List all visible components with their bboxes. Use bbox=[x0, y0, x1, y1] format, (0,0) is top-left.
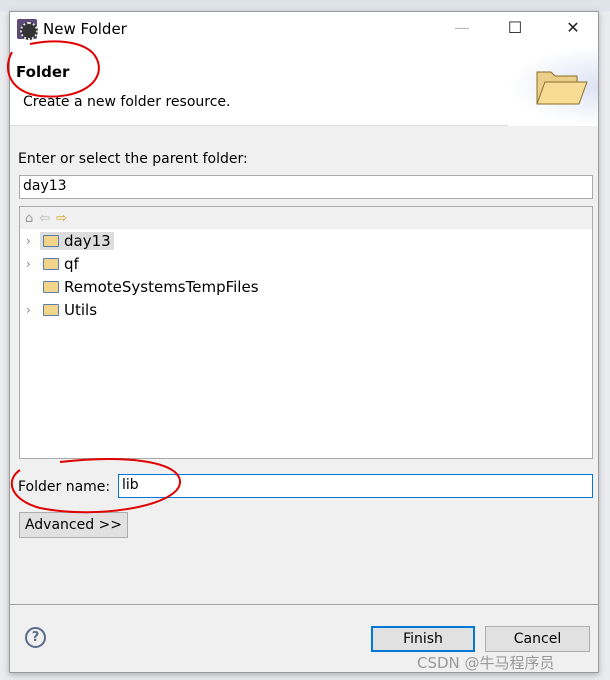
tree-item-label: day13 bbox=[64, 231, 111, 250]
close-button[interactable]: ✕ bbox=[558, 18, 588, 40]
folder-icon bbox=[43, 257, 59, 270]
eclipse-icon bbox=[17, 19, 38, 40]
wizard-title: Folder bbox=[16, 63, 70, 81]
finish-button[interactable]: Finish bbox=[371, 626, 475, 652]
tree-item-qf[interactable]: › qf bbox=[20, 252, 592, 275]
folder-icon bbox=[43, 280, 59, 293]
title-bar: New Folder — ☐ ✕ bbox=[10, 12, 598, 46]
tree-toolbar: ⌂ ⇦ ⇨ bbox=[20, 207, 592, 229]
wizard-description: Create a new folder resource. bbox=[23, 94, 231, 110]
chevron-right-icon[interactable]: › bbox=[26, 303, 40, 317]
help-icon[interactable]: ? bbox=[25, 627, 46, 648]
maximize-button[interactable]: ☐ bbox=[500, 18, 530, 40]
folder-icon bbox=[43, 234, 59, 247]
window-title: New Folder bbox=[43, 20, 127, 38]
home-icon[interactable]: ⌂ bbox=[25, 211, 33, 226]
folder-tree[interactable]: ⌂ ⇦ ⇨ › day13 › qf RemoteSystemsTempFiles … bbox=[19, 206, 593, 459]
tree-item-utils[interactable]: › Utils bbox=[20, 298, 592, 321]
forward-icon[interactable]: ⇨ bbox=[56, 211, 67, 226]
cancel-button[interactable]: Cancel bbox=[485, 626, 590, 652]
divider bbox=[10, 604, 598, 605]
minimize-button[interactable]: — bbox=[447, 18, 477, 40]
back-icon[interactable]: ⇦ bbox=[39, 211, 50, 226]
folder-name-label: Folder name: bbox=[18, 479, 111, 495]
background-window bbox=[0, 0, 610, 11]
chevron-right-icon[interactable]: › bbox=[26, 234, 40, 248]
tree-item-remotesystemstempfiles[interactable]: RemoteSystemsTempFiles bbox=[20, 275, 592, 298]
new-folder-dialog: New Folder — ☐ ✕ Folder Create a new fol… bbox=[9, 11, 599, 673]
folder-icon bbox=[536, 71, 588, 105]
advanced-button[interactable]: Advanced >> bbox=[19, 512, 128, 538]
tree-item-label: RemoteSystemsTempFiles bbox=[64, 277, 259, 296]
folder-icon bbox=[43, 303, 59, 316]
tree-item-day13[interactable]: › day13 bbox=[20, 229, 592, 252]
parent-folder-input[interactable]: day13 bbox=[19, 175, 593, 199]
tree-item-label: Utils bbox=[64, 300, 98, 319]
folder-name-input[interactable]: lib bbox=[118, 474, 593, 498]
watermark: CSDN @牛马程序员 bbox=[417, 654, 555, 672]
parent-folder-label: Enter or select the parent folder: bbox=[18, 151, 248, 167]
chevron-right-icon[interactable]: › bbox=[26, 257, 40, 271]
wizard-header: Folder Create a new folder resource. bbox=[10, 46, 598, 126]
tree-item-label: qf bbox=[64, 254, 79, 273]
